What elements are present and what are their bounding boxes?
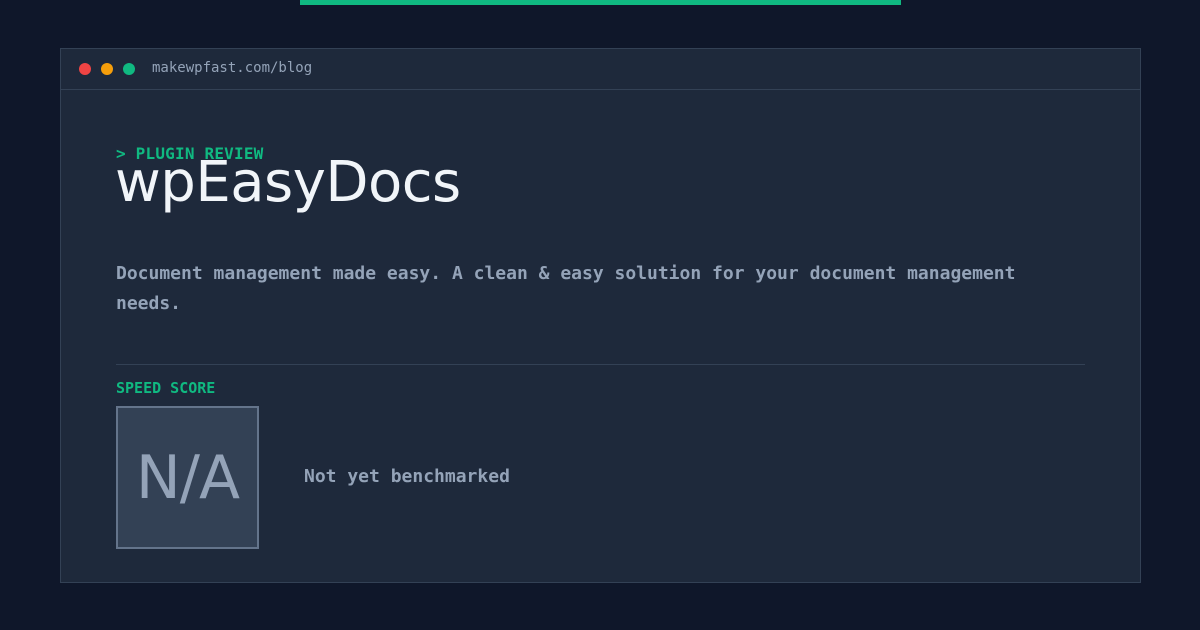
speed-score-label: SPEED SCORE [116,379,216,397]
speed-score-value: N/A [135,442,240,513]
section-divider [116,364,1085,365]
maximize-dot-icon [123,63,135,75]
close-dot-icon [79,63,91,75]
top-accent-bar [300,0,901,5]
article-description: Document management made easy. A clean &… [116,263,1016,314]
article-title: wpEasyDocs [115,150,461,215]
minimize-dot-icon [101,63,113,75]
speed-score-status: Not yet benchmarked [304,466,510,487]
window-url: makewpfast.com/blog [152,60,313,76]
window-titlebar: makewpfast.com/blog [61,49,1140,90]
browser-window: makewpfast.com/blog > PLUGIN REVIEW wpEa… [60,48,1141,583]
speed-score-box: N/A [116,406,259,549]
